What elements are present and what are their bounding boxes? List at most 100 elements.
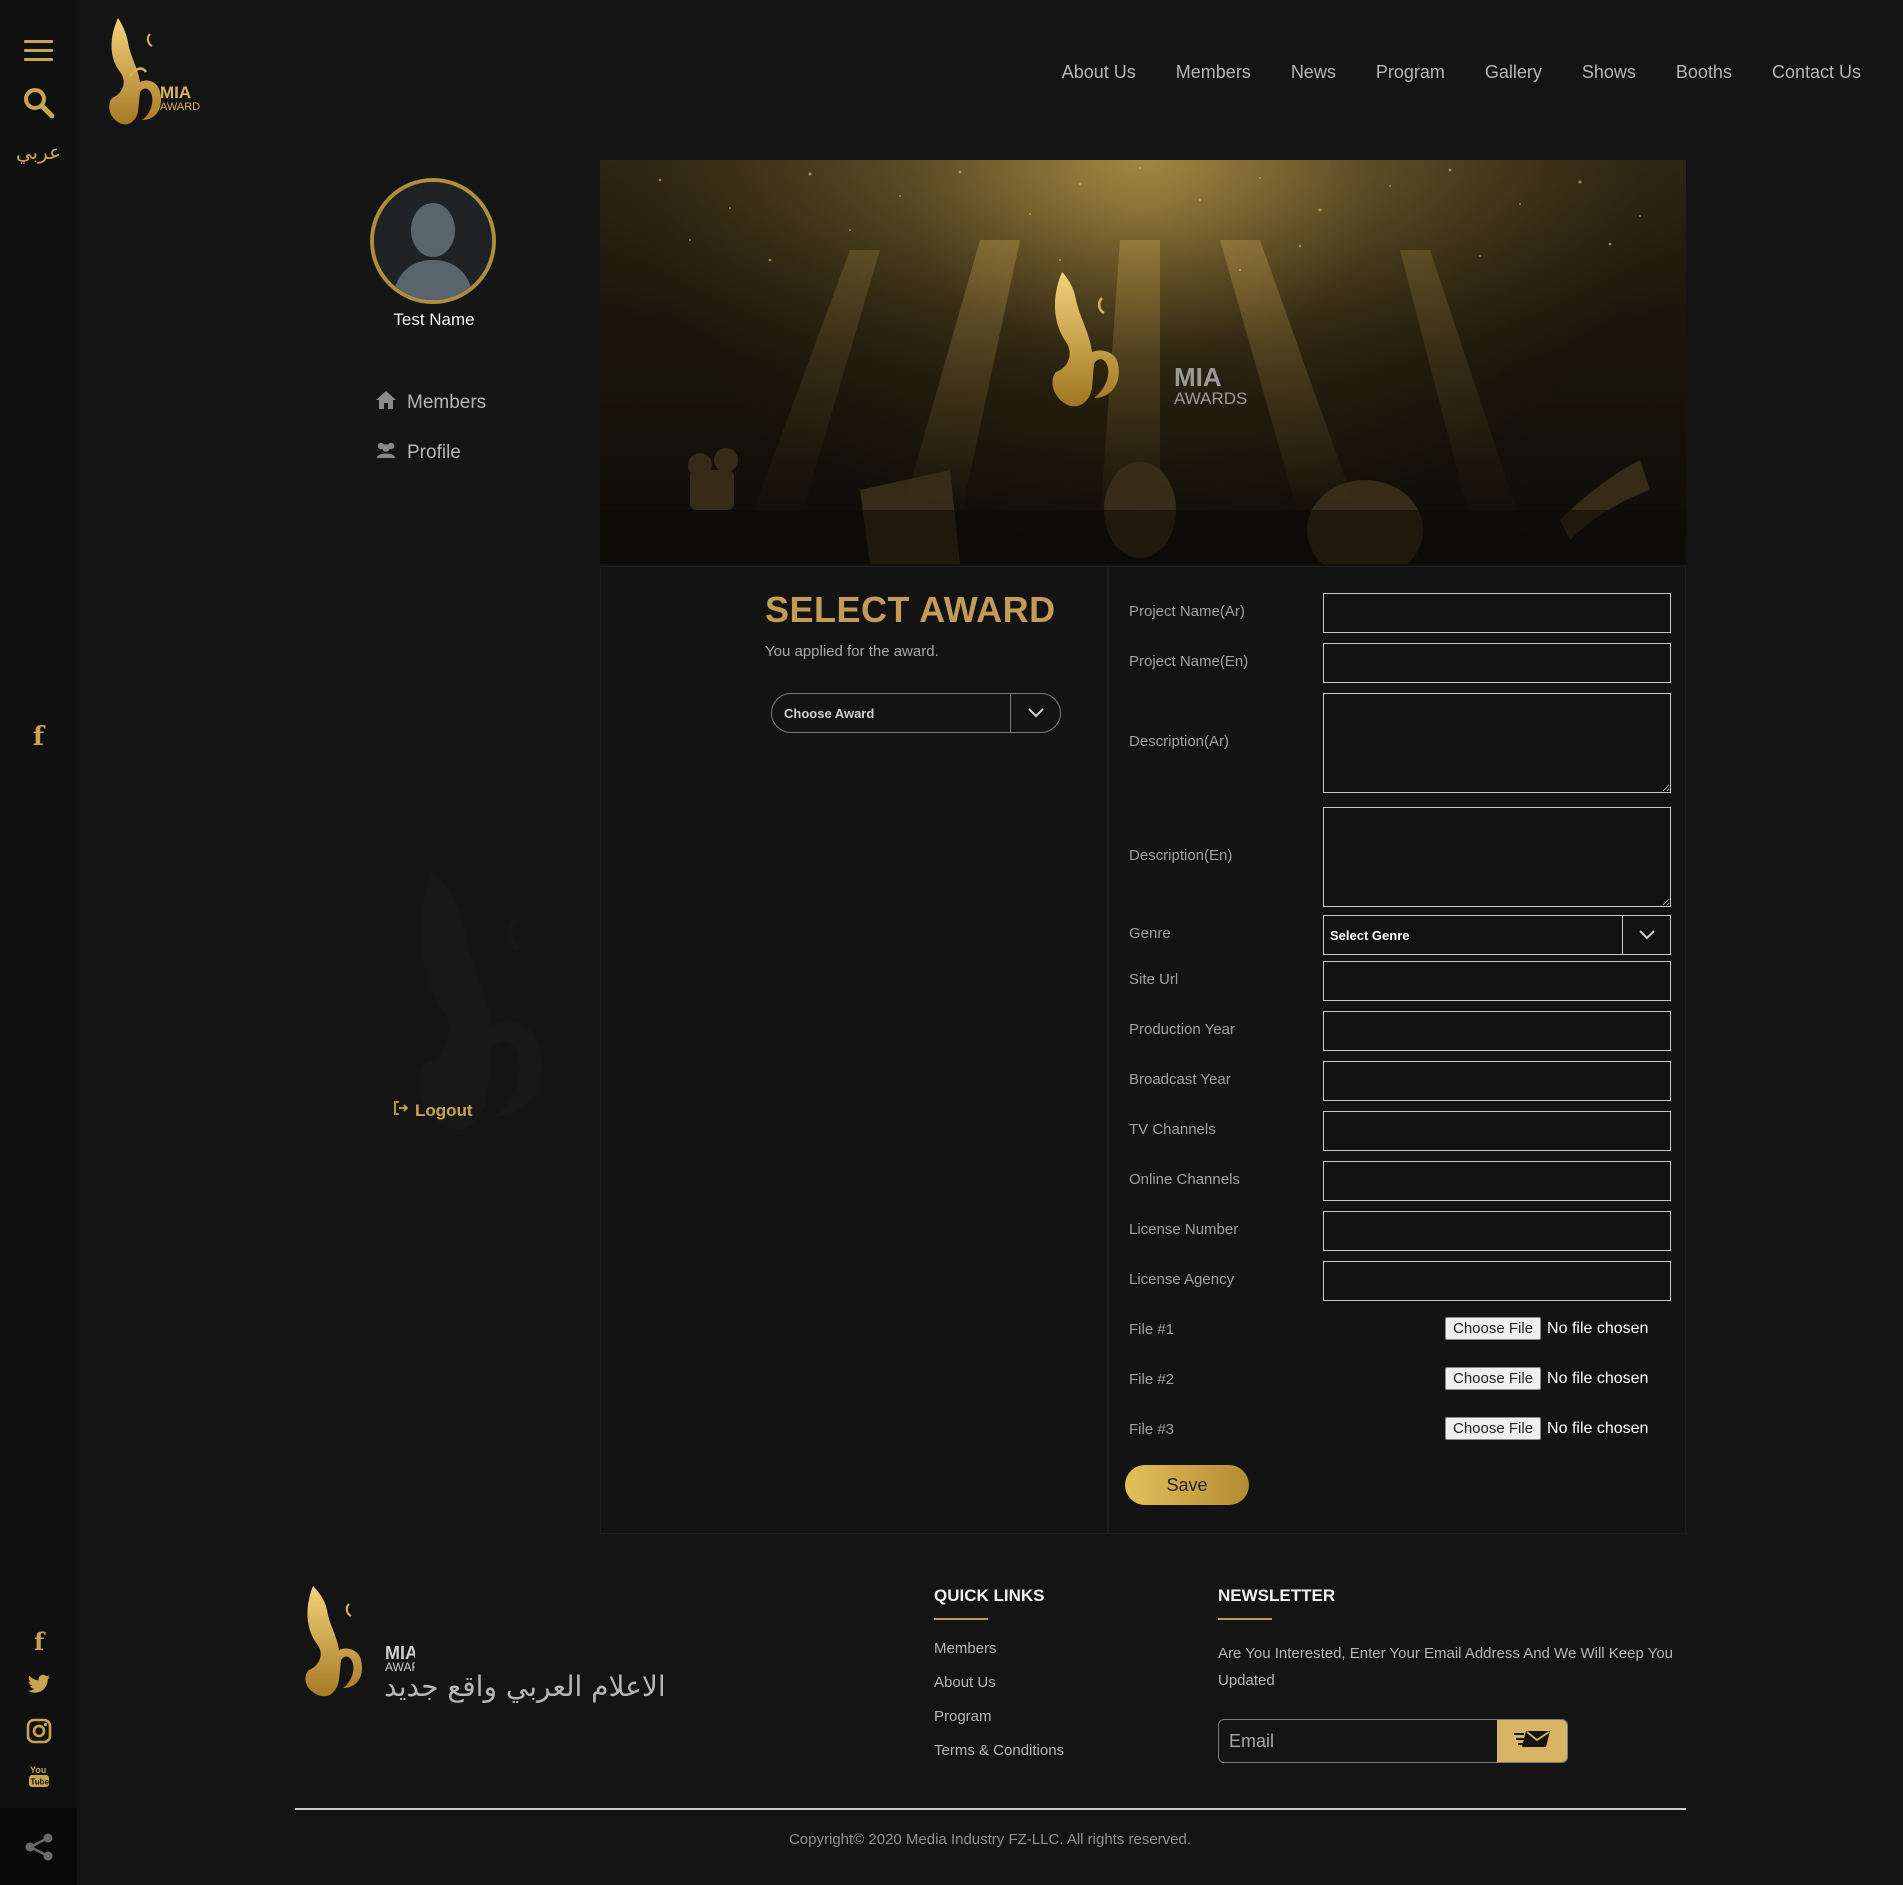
file-2-status: No file chosen bbox=[1547, 1369, 1649, 1387]
production-year-input[interactable] bbox=[1323, 1011, 1671, 1051]
profile-sidebar: Test Name Members Profile Logout bbox=[295, 160, 573, 1140]
footer-divider bbox=[295, 1808, 1686, 1810]
label-broadcast-year: Broadcast Year bbox=[1129, 1071, 1231, 1088]
label-project-name-en: Project Name(En) bbox=[1129, 653, 1249, 670]
quick-link-program[interactable]: Program bbox=[934, 1708, 992, 1725]
choose-file-2-button[interactable]: Choose File bbox=[1445, 1367, 1542, 1390]
label-online-channels: Online Channels bbox=[1129, 1171, 1240, 1188]
genre-select-value: Select Genre bbox=[1330, 927, 1410, 943]
select-award-panel: SELECT AWARD You applied for the award. … bbox=[600, 566, 1108, 1534]
instagram-icon[interactable] bbox=[0, 1718, 77, 1748]
send-mail-icon bbox=[1512, 1728, 1552, 1754]
nav-shows[interactable]: Shows bbox=[1582, 62, 1636, 83]
nav-booths[interactable]: Booths bbox=[1676, 62, 1732, 83]
newsletter-text: Are You Interested, Enter Your Email Add… bbox=[1218, 1645, 1674, 1689]
svg-text:You: You bbox=[30, 1765, 46, 1775]
label-production-year: Production Year bbox=[1129, 1021, 1235, 1038]
youtube-icon[interactable]: You Tube bbox=[0, 1764, 77, 1792]
choose-award-select[interactable]: Choose Award bbox=[771, 693, 1061, 733]
newsletter-submit-button[interactable] bbox=[1497, 1720, 1567, 1762]
label-file-1: File #1 bbox=[1129, 1321, 1175, 1338]
quick-links-underline bbox=[934, 1618, 988, 1620]
logout-label: Logout bbox=[415, 1100, 473, 1120]
quick-link-about-us[interactable]: About Us bbox=[934, 1674, 996, 1691]
label-site-url: Site Url bbox=[1129, 971, 1179, 988]
label-description-en: Description(En) bbox=[1129, 847, 1233, 864]
description-en-textarea[interactable] bbox=[1323, 807, 1671, 907]
file-3-picker: Choose File No file chosen bbox=[1445, 1417, 1648, 1440]
nav-news[interactable]: News bbox=[1291, 62, 1336, 83]
logo-text-mia: MIA bbox=[160, 83, 191, 102]
twitter-icon[interactable] bbox=[0, 1674, 77, 1700]
nav-members[interactable]: Members bbox=[1176, 62, 1251, 83]
newsletter-email-input[interactable] bbox=[1219, 1720, 1497, 1762]
label-genre: Genre bbox=[1129, 925, 1171, 942]
broadcast-year-input[interactable] bbox=[1323, 1061, 1671, 1101]
logo-text-award: AWARD bbox=[160, 101, 200, 113]
save-button[interactable]: Save bbox=[1125, 1465, 1249, 1505]
sidebar-item-label: Members bbox=[407, 392, 487, 413]
label-description-ar: Description(Ar) bbox=[1129, 733, 1230, 750]
award-banner: MIA AWARDS bbox=[600, 160, 1686, 564]
choose-award-value: Choose Award bbox=[784, 705, 875, 721]
file-2-picker: Choose File No file chosen bbox=[1445, 1367, 1648, 1390]
quick-link-members[interactable]: Members bbox=[934, 1640, 997, 1657]
banner-text-mia: MIA bbox=[1174, 362, 1222, 392]
search-icon[interactable] bbox=[22, 86, 56, 120]
nav-about-us[interactable]: About Us bbox=[1062, 62, 1136, 83]
select-award-subtitle: You applied for the award. bbox=[765, 643, 939, 660]
label-file-3: File #3 bbox=[1129, 1421, 1175, 1438]
tv-channels-input[interactable] bbox=[1323, 1111, 1671, 1151]
newsletter-title: NEWSLETTER bbox=[1218, 1586, 1336, 1605]
license-number-input[interactable] bbox=[1323, 1211, 1671, 1251]
sidebar-item-label: Profile bbox=[407, 442, 461, 463]
svg-text:f: f bbox=[34, 1628, 46, 1654]
watermark-logo bbox=[395, 860, 573, 1140]
site-url-input[interactable] bbox=[1323, 961, 1671, 1001]
project-name-en-input[interactable] bbox=[1323, 643, 1671, 683]
facebook-icon[interactable]: f bbox=[0, 1627, 77, 1658]
label-file-2: File #2 bbox=[1129, 1371, 1175, 1388]
quick-link-terms[interactable]: Terms & Conditions bbox=[934, 1742, 1064, 1759]
main-nav: About Us Members News Program Gallery Sh… bbox=[1062, 62, 1861, 83]
home-icon bbox=[375, 390, 397, 416]
chevron-down-icon bbox=[1010, 694, 1060, 732]
online-channels-input[interactable] bbox=[1323, 1161, 1671, 1201]
file-1-picker: Choose File No file chosen bbox=[1445, 1317, 1648, 1340]
language-switch[interactable]: عربي bbox=[0, 140, 77, 164]
left-rail: عربي f f You Tube bbox=[0, 0, 77, 1885]
menu-icon[interactable] bbox=[24, 40, 53, 62]
site-logo[interactable]: MIA AWARD bbox=[100, 16, 250, 132]
user-name: Test Name bbox=[393, 310, 475, 329]
facebook-icon[interactable]: f bbox=[0, 722, 77, 752]
banner-text-awards: AWARDS bbox=[1174, 389, 1247, 408]
nav-program[interactable]: Program bbox=[1376, 62, 1445, 83]
file-3-status: No file chosen bbox=[1547, 1419, 1649, 1437]
choose-file-3-button[interactable]: Choose File bbox=[1445, 1417, 1542, 1440]
label-tv-channels: TV Channels bbox=[1129, 1121, 1216, 1138]
sidebar-item-profile[interactable]: Profile bbox=[375, 441, 461, 465]
footer-tagline: الاعلام العربي واقع جديد bbox=[384, 1670, 666, 1703]
project-form: Project Name(Ar) Project Name(En) Descri… bbox=[1108, 566, 1686, 1534]
label-license-agency: License Agency bbox=[1129, 1271, 1235, 1288]
chevron-down-icon bbox=[1622, 916, 1670, 954]
label-project-name-ar: Project Name(Ar) bbox=[1129, 603, 1245, 620]
license-agency-input[interactable] bbox=[1323, 1261, 1671, 1301]
nav-gallery[interactable]: Gallery bbox=[1485, 62, 1542, 83]
label-license-number: License Number bbox=[1129, 1221, 1239, 1238]
avatar[interactable] bbox=[370, 178, 496, 304]
logout-button[interactable]: Logout bbox=[393, 1100, 473, 1121]
newsletter-form bbox=[1218, 1719, 1568, 1763]
choose-file-1-button[interactable]: Choose File bbox=[1445, 1317, 1542, 1340]
quick-links-title: QUICK LINKS bbox=[934, 1586, 1045, 1605]
svg-text:Tube: Tube bbox=[30, 1778, 49, 1787]
genre-select[interactable]: Select Genre bbox=[1323, 915, 1671, 955]
logout-icon bbox=[393, 1100, 409, 1121]
project-name-ar-input[interactable] bbox=[1323, 593, 1671, 633]
description-ar-textarea[interactable] bbox=[1323, 693, 1671, 793]
file-1-status: No file chosen bbox=[1547, 1319, 1649, 1337]
sidebar-item-members[interactable]: Members bbox=[375, 390, 486, 416]
users-icon bbox=[375, 441, 397, 465]
nav-contact-us[interactable]: Contact Us bbox=[1772, 62, 1861, 83]
newsletter-underline bbox=[1218, 1618, 1272, 1620]
